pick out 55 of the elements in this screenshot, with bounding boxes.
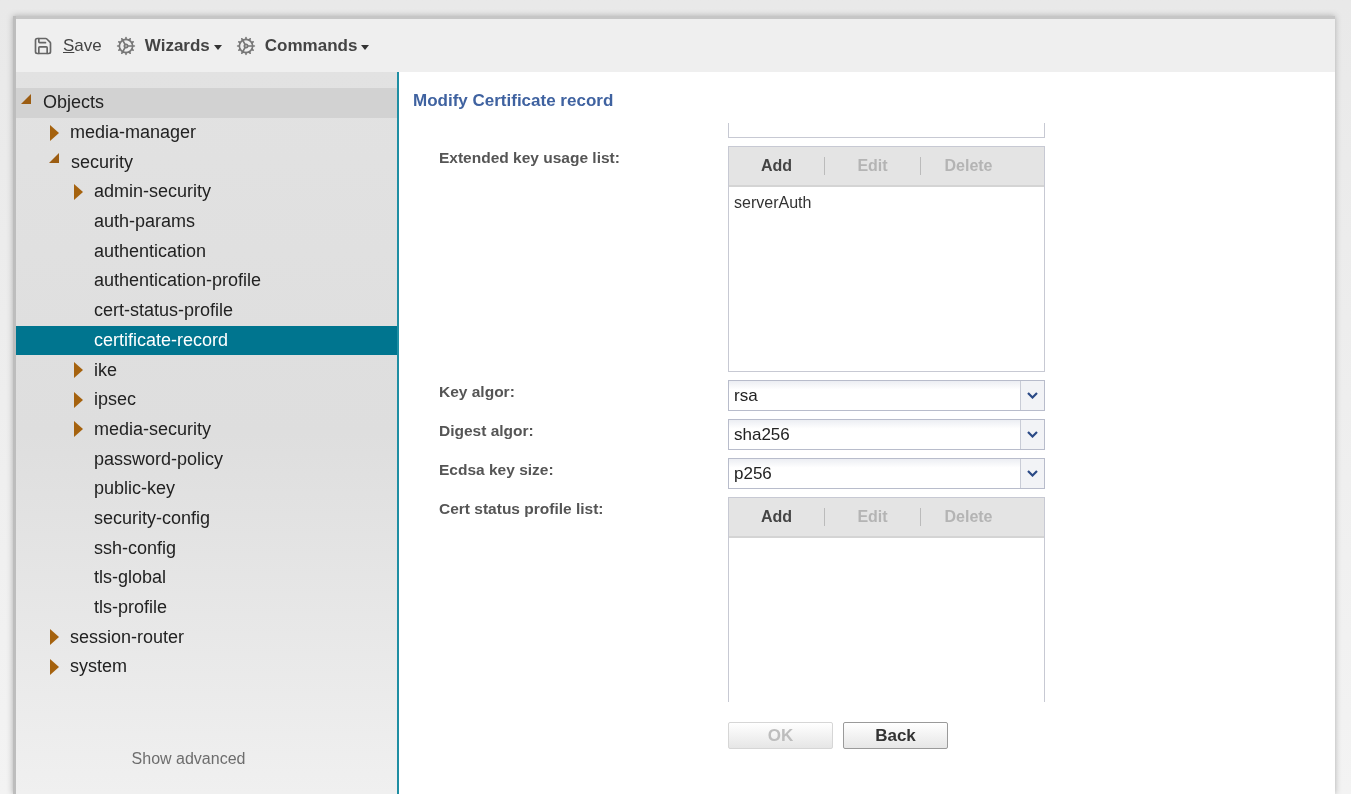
collapsed-triangle-icon[interactable] — [74, 391, 83, 408]
collapsed-triangle-icon[interactable] — [74, 183, 83, 200]
collapsed-triangle-icon[interactable] — [50, 629, 59, 646]
tree-item[interactable]: session-router — [16, 622, 397, 653]
expanded-triangle-icon[interactable] — [48, 152, 60, 165]
form-title: Modify Certificate record — [413, 91, 615, 111]
list-entry[interactable]: serverAuth — [734, 191, 1039, 215]
chevron-down-icon — [1027, 470, 1038, 477]
caret-icon — [213, 45, 222, 50]
list-action-button[interactable]: Add — [729, 154, 824, 178]
field-label: Cert status profile list: — [439, 500, 604, 517]
collapsed-triangle-icon[interactable] — [74, 362, 83, 379]
tree-item[interactable]: Objects — [16, 88, 397, 118]
list-action-button[interactable]: Add — [729, 505, 824, 529]
caret-icon — [361, 45, 370, 50]
tree-item[interactable]: cert-status-profile — [16, 295, 397, 326]
save-icon — [33, 35, 53, 56]
form-button[interactable]: Back — [843, 722, 948, 749]
select-field[interactable]: rsa — [728, 380, 1045, 411]
select-field[interactable]: p256 — [728, 458, 1045, 489]
tree-item[interactable]: public-key — [16, 473, 397, 504]
field-label: Digest algor: — [439, 422, 534, 439]
menu-button[interactable]: Commands — [235, 32, 370, 59]
expanded-triangle-icon[interactable] — [20, 92, 32, 105]
tree-item[interactable]: ipsec — [16, 384, 397, 415]
chevron-down-icon — [1027, 392, 1038, 399]
collapsed-triangle-icon[interactable] — [50, 124, 59, 141]
show-advanced-link[interactable]: Show advanced — [131, 747, 246, 771]
chevron-down-icon — [1027, 431, 1038, 438]
tree-item[interactable]: password-policy — [16, 444, 397, 474]
tree-item[interactable]: security-config — [16, 503, 397, 534]
tree-item[interactable]: certificate-record — [16, 325, 397, 356]
field-label: Ecdsa key size: — [439, 461, 554, 478]
tree-item[interactable]: security — [16, 147, 397, 178]
collapsed-triangle-icon[interactable] — [74, 421, 83, 438]
tree-item[interactable]: ike — [16, 355, 397, 385]
input-field[interactable] — [728, 123, 1045, 138]
tree-item[interactable]: authentication — [16, 236, 397, 267]
collapsed-triangle-icon[interactable] — [50, 658, 59, 675]
tree-item[interactable]: media-security — [16, 414, 397, 445]
menu-button[interactable]: Wizards — [115, 32, 222, 59]
tree-item[interactable]: tls-profile — [16, 592, 397, 623]
select-field[interactable]: sha256 — [728, 419, 1045, 450]
tree-item[interactable]: media-manager — [16, 117, 397, 148]
tree-item[interactable]: ssh-config — [16, 533, 397, 563]
tree-item[interactable]: tls-global — [16, 563, 397, 593]
tree-item[interactable]: authentication-profile — [16, 266, 397, 296]
tree-item[interactable]: auth-params — [16, 206, 397, 237]
tree-item[interactable]: system — [16, 652, 397, 682]
field-label: Extended key usage list: — [439, 149, 620, 166]
field-label: Key algor: — [439, 383, 515, 400]
gear-icon — [235, 35, 256, 56]
save-button[interactable]: Save — [33, 32, 102, 59]
tree-item[interactable]: admin-security — [16, 177, 397, 207]
gear-icon — [115, 35, 136, 56]
